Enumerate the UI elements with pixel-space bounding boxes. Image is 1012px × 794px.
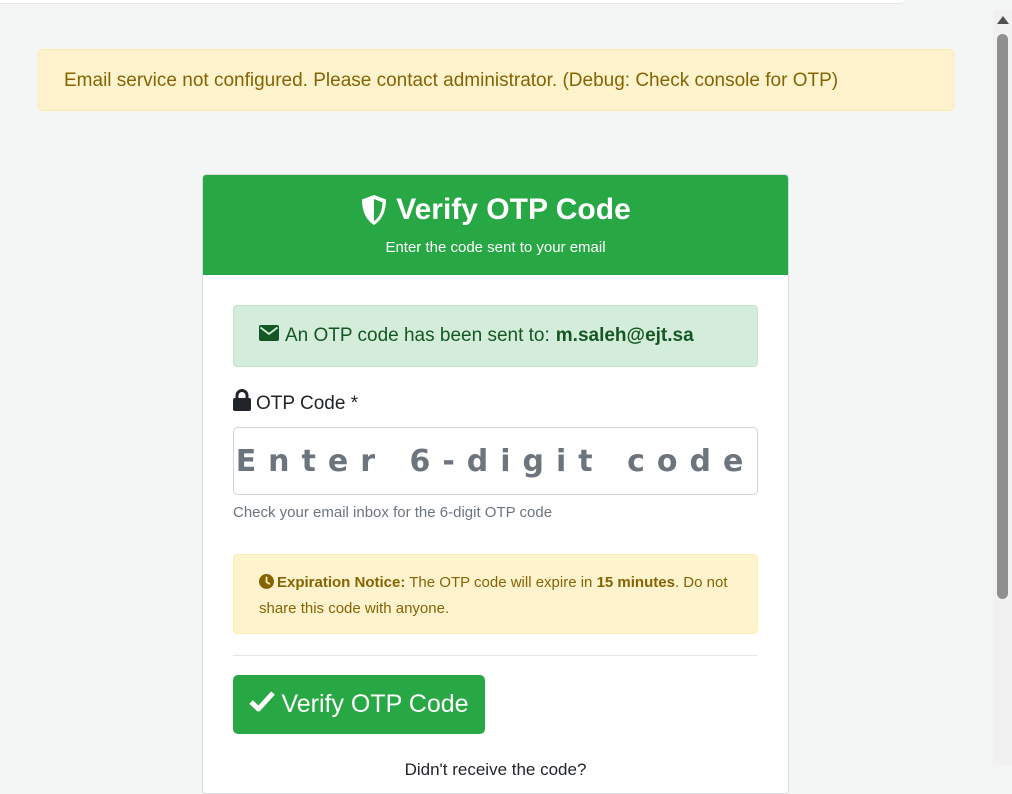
shield-icon xyxy=(360,194,388,226)
divider xyxy=(233,655,758,656)
scroll-up-arrow-icon[interactable] xyxy=(997,16,1009,24)
email-config-warning-alert: Email service not configured. Please con… xyxy=(38,49,954,111)
card-title: Verify OTP Code xyxy=(203,192,788,228)
expiration-text-before: The OTP code will expire in xyxy=(409,574,593,591)
otp-sent-email: m.saleh@ejt.sa xyxy=(555,325,694,346)
expiration-notice-title: Expiration Notice: xyxy=(277,574,406,591)
email-config-warning-text: Email service not configured. Please con… xyxy=(64,70,839,91)
envelope-icon xyxy=(259,305,279,367)
otp-sent-prefix: An OTP code has been sent to: xyxy=(285,325,550,346)
scrollbar-thumb[interactable] xyxy=(997,34,1008,599)
otp-code-input[interactable] xyxy=(233,427,758,495)
otp-sent-alert: An OTP code has been sent to: m.saleh@ej… xyxy=(233,305,758,367)
vertical-scrollbar[interactable] xyxy=(993,10,1012,765)
verify-otp-button[interactable]: Verify OTP Code xyxy=(233,675,485,734)
lock-icon xyxy=(233,389,251,419)
verify-otp-button-label: Verify OTP Code xyxy=(281,690,469,718)
card-header: Verify OTP Code Enter the code sent to y… xyxy=(203,175,788,275)
otp-help-text: Check your email inbox for the 6-digit O… xyxy=(233,504,553,521)
otp-card: Verify OTP Code Enter the code sent to y… xyxy=(202,174,789,794)
expiration-notice-alert: Expiration Notice: The OTP code will exp… xyxy=(233,554,758,634)
resend-prompt: Didn't receive the code? xyxy=(404,760,587,779)
otp-code-label-text: OTP Code * xyxy=(256,393,359,414)
browser-top-edge xyxy=(0,0,905,4)
otp-code-label: OTP Code * xyxy=(233,389,359,419)
card-title-text: Verify OTP Code xyxy=(396,193,631,226)
expiration-duration: 15 minutes xyxy=(596,574,675,591)
check-icon xyxy=(249,676,276,733)
clock-icon xyxy=(259,573,274,597)
card-subtitle: Enter the code sent to your email xyxy=(385,239,606,256)
